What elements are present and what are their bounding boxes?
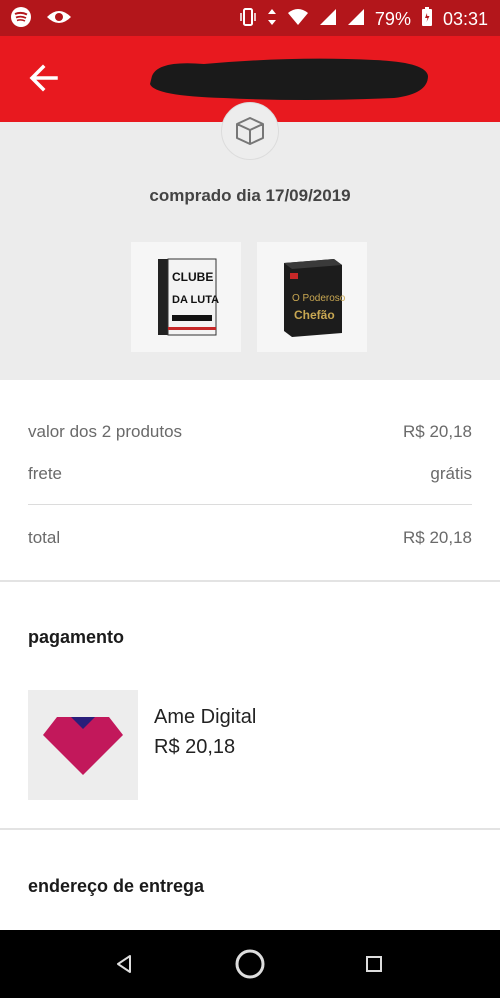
spotify-icon <box>10 6 32 33</box>
nav-back-button[interactable] <box>104 944 144 984</box>
navigation-bar <box>0 930 500 998</box>
product-thumbnail-2[interactable]: O Poderoso Chefão <box>257 242 367 352</box>
package-badge <box>221 102 279 160</box>
payment-amount: R$ 20,18 <box>154 736 236 758</box>
square-recents-icon <box>366 956 382 972</box>
total-row: total R$ 20,18 <box>28 528 472 548</box>
products-value-amount: R$ 20,18 <box>403 422 472 441</box>
products-value-row: valor dos 2 produtos R$ 20,18 <box>28 422 472 442</box>
nav-recents-button[interactable] <box>354 944 394 984</box>
book-cover-image: O Poderoso Chefão <box>284 259 346 337</box>
products-value-label: valor dos 2 produtos <box>28 422 183 441</box>
cover-text-1: O Poderoso <box>292 293 346 304</box>
arrow-left-icon <box>29 64 58 92</box>
redacted-title <box>144 50 432 106</box>
total-value: R$ 20,18 <box>403 528 472 547</box>
eye-icon <box>46 8 72 31</box>
battery-level: 79% <box>374 9 411 29</box>
cover-text-2: DA LUTA <box>172 294 219 306</box>
status-bar: 79% 03:31 <box>0 0 500 36</box>
signal-icon <box>319 8 337 31</box>
order-summary: comprado dia 17/09/2019 CLUBE DA LUTA O … <box>0 102 500 380</box>
data-arrows-icon <box>267 7 277 32</box>
section-divider <box>0 828 500 830</box>
purchase-date: comprado dia 17/09/2019 <box>149 186 351 205</box>
payment-section-title: pagamento <box>28 627 125 647</box>
product-thumbnail-1[interactable]: CLUBE DA LUTA <box>131 242 241 352</box>
clock: 03:31 <box>442 9 488 29</box>
shipping-value: grátis <box>430 464 472 483</box>
book-cover-image: CLUBE DA LUTA <box>158 258 219 336</box>
ame-digital-logo <box>28 690 138 800</box>
triangle-back-icon <box>117 955 131 973</box>
nav-home-button[interactable] <box>230 944 270 984</box>
circle-home-icon <box>235 949 265 979</box>
divider <box>28 504 472 505</box>
vibrate-icon <box>239 7 257 32</box>
shipping-label: frete <box>28 464 63 483</box>
shipping-row: frete grátis <box>28 464 472 484</box>
payment-method-name: Ame Digital <box>154 706 257 728</box>
totals-section: valor dos 2 produtos R$ 20,18 frete grát… <box>0 380 500 580</box>
back-button[interactable] <box>24 58 64 98</box>
wifi-icon <box>287 8 309 31</box>
delivery-section-title: endereço de entrega <box>28 876 205 896</box>
signal-icon-2 <box>347 8 365 31</box>
package-icon <box>236 117 264 145</box>
ame-logo-icon <box>43 717 123 775</box>
cover-text-1: CLUBE <box>172 270 213 284</box>
battery-icon <box>421 7 433 32</box>
section-divider <box>0 580 500 582</box>
cover-text-2: Chefão <box>294 308 335 322</box>
total-label: total <box>28 528 61 547</box>
